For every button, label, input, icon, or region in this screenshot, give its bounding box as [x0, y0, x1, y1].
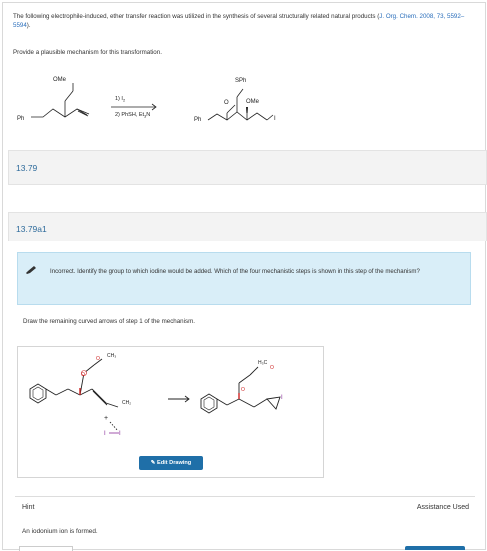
right-oxygen-2: O	[270, 365, 274, 371]
left-oxygen-1: O	[81, 372, 85, 378]
right-h3c-label: H₃C	[258, 360, 268, 366]
product-o-label: O	[224, 100, 229, 106]
mechanism-prompt: Provide a plausible mechanism for this t…	[13, 49, 162, 56]
left-iodine-1: I	[104, 431, 106, 437]
left-ch2-label: CH₂	[122, 400, 131, 406]
edit-drawing-button[interactable]: ✎ Edit Drawing	[139, 456, 203, 470]
assistance-used: Assistance Used	[416, 504, 469, 511]
submit-button-edge[interactable]	[405, 546, 465, 550]
edit-drawing-label: Edit Drawing	[157, 460, 192, 466]
subproblem-id: 13.79a1	[16, 224, 47, 234]
hint-text: An iodonium ion is formed.	[22, 528, 98, 535]
feedback-text: Incorrect. Identify the group to which i…	[50, 268, 420, 275]
previous-button-edge[interactable]	[19, 546, 73, 551]
subproblem-section-header: 13.79a1	[8, 212, 487, 241]
right-oxygen-1: O	[241, 387, 245, 393]
iodonium-plus: +	[104, 415, 108, 422]
reagent-2: 2) PhSH, Et3N	[115, 112, 150, 119]
left-iodine-2: I	[119, 431, 121, 437]
hint-section: Hint Assistance Used An iodonium ion is …	[15, 496, 475, 547]
right-iodine: I	[281, 395, 283, 401]
reagent-1: 1) I2	[115, 96, 126, 103]
intro-text-end: ).	[26, 22, 31, 29]
product-ome-label: OMe	[246, 99, 260, 105]
product-ph-label: Ph	[194, 117, 201, 123]
feedback-alert: Incorrect. Identify the group to which i…	[17, 252, 471, 305]
product-sph-label: SPh	[235, 78, 246, 84]
hint-label[interactable]: Hint	[22, 504, 34, 511]
product-i-label: I	[274, 116, 276, 122]
reaction-scheme: OMe Ph 1) I2 2) PhSH, Et3N SPh O OMe Ph …	[17, 77, 276, 123]
question-panel: The following electrophile-induced, ethe…	[2, 2, 487, 550]
reactant-ph-label: Ph	[17, 116, 24, 122]
intro-text: The following electrophile-induced, ethe…	[13, 13, 380, 20]
mechanism-drawing: O O CH₃ CH₂ + I I H₃C O O I	[29, 353, 283, 437]
pencil-icon: ✎	[150, 460, 156, 466]
question-intro: The following electrophile-induced, ethe…	[13, 12, 481, 30]
drawing-canvas[interactable]: O O CH₃ CH₂ + I I H₃C O O I ✎ Edit Drawi…	[17, 346, 324, 478]
problem-section-header: 13.79	[8, 150, 487, 185]
left-oxygen-2: O	[96, 356, 100, 362]
draw-instruction: Draw the remaining curved arrows of step…	[23, 318, 195, 325]
problem-id: 13.79	[16, 163, 38, 173]
reactant-ome-label: OMe	[53, 77, 67, 83]
pencil-icon	[26, 266, 36, 274]
left-ch3-label: CH₃	[107, 353, 116, 359]
